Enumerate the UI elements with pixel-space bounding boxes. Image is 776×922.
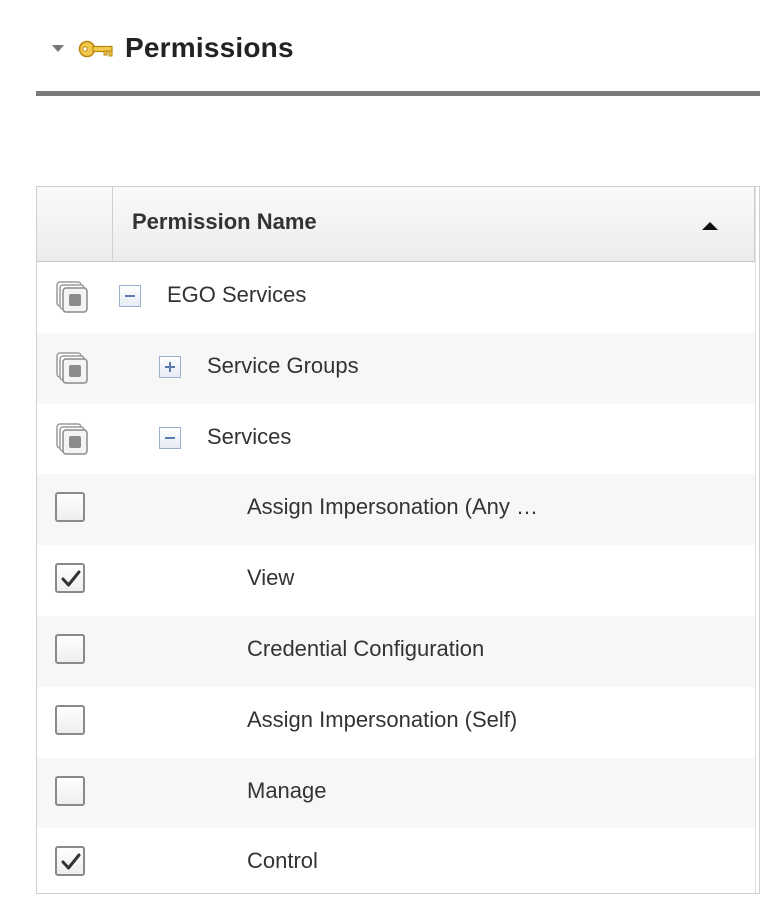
checkmark-icon: [61, 853, 81, 870]
checkbox-checked[interactable]: [55, 846, 85, 877]
permission-checkbox[interactable]: [55, 704, 85, 735]
checkbox-unchecked[interactable]: [55, 704, 85, 735]
section-title: Permissions: [125, 32, 294, 63]
checkbox-checked[interactable]: [55, 563, 85, 594]
permission-checkbox[interactable]: [55, 846, 85, 877]
select-column-header: [37, 187, 113, 261]
permissions-section-header: Permissions: [36, 22, 760, 96]
grid-body: EGO Services Service Groups Services Ass…: [37, 262, 755, 893]
checkbox-unchecked[interactable]: [55, 775, 85, 806]
grid-scroll-edge: [755, 187, 759, 893]
grid-header: Permission Name: [37, 187, 755, 262]
tristate-check[interactable]: [55, 351, 91, 387]
row-label: Services: [207, 423, 292, 449]
row-label: Credential Configuration: [247, 635, 485, 661]
tree-row[interactable]: Manage: [37, 757, 755, 829]
row-label: Assign Impersonation (Self): [247, 706, 518, 732]
sort-ascending-icon[interactable]: [702, 222, 718, 230]
collapse-node-icon[interactable]: [159, 426, 181, 449]
tree-row[interactable]: View: [37, 545, 755, 616]
key-icon: [78, 40, 113, 58]
tree-row[interactable]: Services: [37, 404, 755, 475]
expand-node-icon[interactable]: [159, 355, 181, 378]
checkmark-icon: [61, 570, 81, 587]
permission-checkbox[interactable]: [55, 492, 85, 523]
row-label: Manage: [247, 777, 327, 803]
column-header-label: Permission Name: [132, 209, 317, 234]
row-label: Assign Impersonation (Any …: [247, 494, 539, 520]
tree-row[interactable]: Assign Impersonation (Self): [37, 687, 755, 758]
row-label: Service Groups: [207, 352, 359, 378]
collapse-node-icon[interactable]: [119, 285, 141, 307]
collapse-arrow-icon[interactable]: [52, 45, 64, 52]
tree-row[interactable]: Service Groups: [37, 332, 755, 404]
tree-row[interactable]: Assign Impersonation (Any …: [37, 474, 755, 546]
permission-name-column-header[interactable]: Permission Name: [113, 187, 755, 261]
tree-row[interactable]: Credential Configuration: [37, 615, 755, 687]
row-label: EGO Services: [167, 282, 307, 307]
permission-checkbox[interactable]: [55, 633, 85, 664]
tree-row[interactable]: Control: [37, 828, 755, 893]
row-label: Control: [247, 848, 318, 874]
tree-row[interactable]: EGO Services: [37, 262, 755, 333]
tristate-check-icon: [56, 422, 88, 455]
permissions-grid: Permission Name EGO Services Service Gro…: [36, 186, 760, 894]
checkbox-unchecked[interactable]: [55, 633, 85, 664]
tristate-check-icon: [56, 281, 88, 313]
permission-checkbox[interactable]: [55, 563, 85, 594]
checkbox-unchecked[interactable]: [55, 492, 85, 523]
row-label: View: [247, 565, 295, 591]
tristate-check[interactable]: [55, 422, 91, 458]
permission-checkbox[interactable]: [55, 775, 85, 806]
tristate-check[interactable]: [55, 280, 91, 316]
tristate-check-icon: [56, 352, 88, 384]
